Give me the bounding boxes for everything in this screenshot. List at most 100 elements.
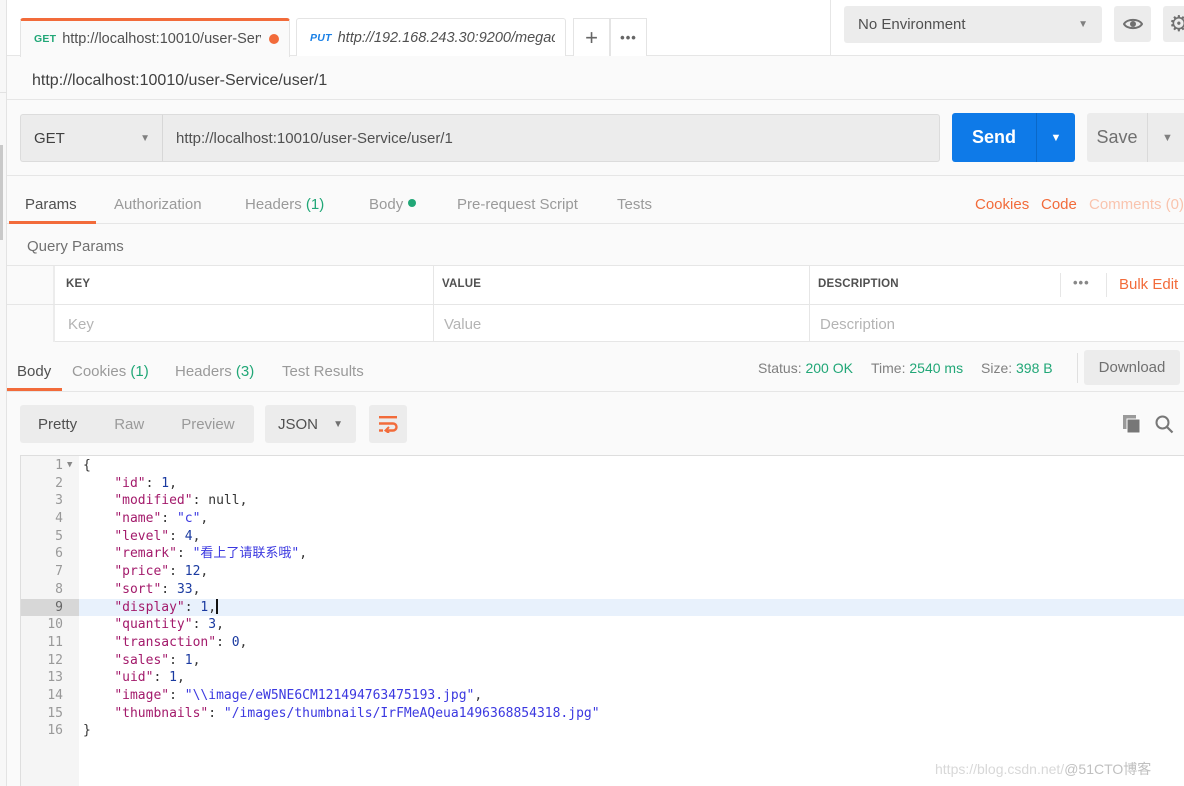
caret-down-icon: ▼ (1078, 19, 1088, 30)
line-number: 4 (55, 511, 63, 527)
manage-environments-button[interactable]: ⚙ (1163, 6, 1184, 42)
format-value: JSON (278, 415, 319, 433)
method-select[interactable]: GET ▼ (20, 114, 163, 162)
cookies-link[interactable]: Cookies (975, 196, 1029, 213)
sidebar-edge (0, 0, 7, 786)
watermark-brand: @51CTO博客 (1064, 761, 1152, 777)
download-button[interactable]: Download (1084, 350, 1180, 385)
json-colon: : (176, 546, 193, 562)
new-tab-button[interactable]: + (573, 18, 610, 56)
time-value: 2540 ms (909, 360, 964, 376)
query-params-table: KEY VALUE DESCRIPTION ••• Bulk Edit Key … (7, 265, 1184, 342)
line-number: 15 (47, 705, 63, 721)
code-line: 11 "transaction": 0, (21, 634, 1184, 652)
code-line: 10 "quantity": 3, (21, 616, 1184, 634)
code-line: 2 "id": 1, (21, 475, 1184, 493)
tab-authorization[interactable]: Authorization (114, 196, 202, 213)
environment-select[interactable]: No Environment ▼ (844, 6, 1102, 43)
copy-icon[interactable] (1122, 414, 1142, 434)
json-key: "image" (114, 687, 170, 703)
code-content: "name": "c", (83, 510, 208, 528)
format-select[interactable]: JSON ▼ (265, 405, 356, 443)
tab-options-button[interactable]: ••• (610, 18, 647, 56)
tab-label: Headers (175, 363, 232, 380)
line-number: 6 (55, 546, 63, 562)
json-string: "看上了请联系哦" (192, 546, 300, 562)
line-number: 5 (55, 528, 63, 544)
wrap-lines-button[interactable] (369, 405, 407, 443)
response-status: Status: 200 OK (758, 360, 853, 376)
json-colon: : (145, 475, 162, 491)
json-key: "price" (114, 564, 170, 580)
tab-body[interactable]: Body (369, 196, 417, 213)
view-mode-pretty[interactable]: Pretty (38, 416, 77, 433)
json-number: 1 (184, 652, 193, 668)
tab-url: http://192.168.243.30:9200/megaco (337, 29, 555, 46)
code-line: 8 "sort": 33, (21, 581, 1184, 599)
search-icon[interactable] (1154, 414, 1174, 434)
column-header-description: DESCRIPTION (818, 278, 899, 290)
response-time: Time: 2540 ms (871, 360, 963, 376)
environment-selected: No Environment (858, 16, 966, 33)
tab-params[interactable]: Params (25, 196, 77, 213)
request-tab-put[interactable]: PUT http://192.168.243.30:9200/megaco (296, 18, 566, 56)
save-options-caret-icon[interactable]: ▼ (1147, 113, 1184, 162)
tab-response-headers[interactable]: Headers (3) (175, 363, 254, 380)
fold-toggle-icon[interactable]: ▼ (67, 457, 72, 475)
environment-quick-look-button[interactable] (1114, 6, 1151, 42)
send-button[interactable]: Send ▼ (952, 113, 1075, 162)
json-comma: , (239, 634, 248, 650)
line-number: 16 (47, 723, 63, 739)
key-input[interactable]: Key (68, 316, 94, 333)
json-null: null (208, 493, 240, 509)
tab-headers[interactable]: Headers (1) (245, 196, 324, 213)
request-tab-get[interactable]: GET http://localhost:10010/user-Servi (20, 18, 290, 57)
tab-pre-request-script[interactable]: Pre-request Script (457, 196, 578, 213)
divider (1077, 353, 1078, 383)
code-link[interactable]: Code (1041, 196, 1077, 213)
code-content: { (83, 457, 91, 475)
cookies-count: (1) (130, 363, 149, 380)
bulk-edit-link[interactable]: Bulk Edit (1119, 276, 1178, 293)
watermark-url: https://blog.csdn.net/ (935, 761, 1065, 777)
line-number: 9 (21, 598, 79, 617)
headers-count: (3) (235, 363, 255, 380)
tab-test-results[interactable]: Test Results (282, 363, 364, 380)
json-brace: { (83, 458, 91, 473)
code-content: "level": 4, (83, 528, 200, 546)
json-colon: : (216, 634, 232, 650)
value-input[interactable]: Value (444, 316, 481, 333)
view-mode-raw[interactable]: Raw (114, 416, 144, 433)
view-mode-preview[interactable]: Preview (181, 416, 234, 433)
comments-link[interactable]: Comments (0) (1089, 196, 1184, 213)
tab-label: Test Results (282, 363, 364, 380)
json-number: 1 (169, 670, 177, 686)
tab-response-cookies[interactable]: Cookies (1) (72, 363, 149, 380)
divider (1106, 273, 1107, 297)
request-url-input[interactable] (163, 114, 940, 162)
json-comma: , (169, 475, 177, 491)
response-tabs: Body Cookies (1) Headers (3) Test Result… (7, 350, 1184, 392)
line-number: 12 (47, 652, 63, 668)
tab-label: Params (25, 196, 77, 213)
code-content: "remark": "看上了请联系哦", (83, 545, 307, 563)
more-icon[interactable]: ••• (1073, 275, 1090, 290)
json-string: "c" (176, 511, 201, 527)
json-colon: : (208, 705, 224, 721)
json-colon: : (192, 617, 209, 633)
tab-response-body[interactable]: Body (17, 363, 51, 380)
json-key: "display" (114, 599, 185, 615)
sidebar-scrollbar[interactable] (0, 145, 3, 240)
json-key: "id" (114, 475, 146, 491)
tab-tests[interactable]: Tests (617, 196, 652, 213)
line-number: 2 (55, 475, 63, 491)
code-line: 7 "price": 12, (21, 563, 1184, 581)
send-options-caret-icon[interactable]: ▼ (1036, 113, 1075, 162)
json-comma: , (176, 670, 185, 686)
code-content: "sort": 33, (83, 581, 200, 599)
response-body-editor[interactable]: 1 ▼{2 "id": 1, 3 "modified": null, 4 "name"… (20, 455, 1184, 786)
send-label: Send (971, 127, 1016, 147)
description-input[interactable]: Description (820, 316, 895, 333)
save-button[interactable]: Save ▼ (1087, 113, 1184, 162)
tab-label: Body (17, 363, 52, 380)
